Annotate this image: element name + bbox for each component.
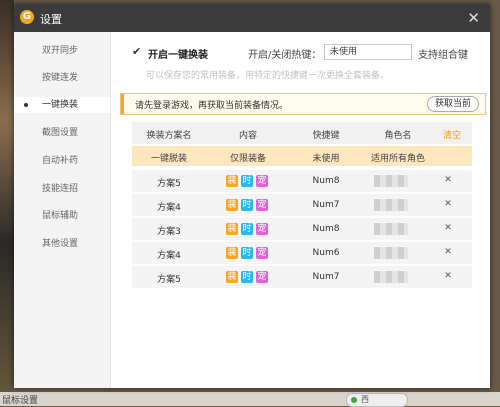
time-tag-icon: 时 xyxy=(241,271,253,283)
clear-link[interactable]: 清空 xyxy=(434,128,470,141)
content-tags: 装时宠 xyxy=(226,223,272,235)
table-row[interactable]: 方案5 装时宠 Num8 ✕ xyxy=(132,170,472,192)
sidebar-item-label: 双开同步 xyxy=(42,46,79,56)
game-bottom-bar: 鼠标设置 西 xyxy=(0,392,500,407)
time-tag-icon: 时 xyxy=(241,247,253,259)
sidebar-item-label: 技能连招 xyxy=(42,184,79,194)
hotkey-label: 开启/关闭热键： xyxy=(248,50,322,61)
default-scheme: 一键脱装 xyxy=(150,154,187,164)
combo-key-label: 支持组合键 xyxy=(418,50,468,61)
content-tags: 装时宠 xyxy=(226,271,272,283)
fetch-current-button[interactable]: 获取当前 xyxy=(427,96,479,112)
col-scheme: 换装方案名 xyxy=(146,131,192,141)
table-row[interactable]: 方案4 装时宠 Num6 ✕ xyxy=(132,242,472,264)
table-row[interactable]: 方案5 装时宠 Num7 ✕ xyxy=(132,266,472,288)
sidebar-item-skill-combo[interactable]: 技能连招 xyxy=(14,181,110,197)
row-scheme: 方案3 xyxy=(157,227,181,237)
sidebar-item-screenshot[interactable]: 截图设置 xyxy=(14,125,110,141)
delete-icon[interactable]: ✕ xyxy=(442,175,454,186)
pet-tag-icon: 宠 xyxy=(256,247,268,259)
sidebar-item-label: 鼠标辅助 xyxy=(42,211,79,221)
app-logo-icon: G xyxy=(20,10,34,24)
blurred-role-name xyxy=(374,199,408,211)
col-role: 角色名 xyxy=(384,131,412,141)
equip-tag-icon: 装 xyxy=(226,199,238,211)
sidebar-item-quick-equip[interactable]: 一键换装 xyxy=(14,97,110,113)
game-background-left xyxy=(0,0,14,406)
sidebar-item-auto-potion[interactable]: 自动补药 xyxy=(14,153,110,169)
equip-tag-icon: 装 xyxy=(226,271,238,283)
default-role: 适用所有角色 xyxy=(370,154,425,164)
sidebar-item-other[interactable]: 其他设置 xyxy=(14,236,110,252)
row-scheme: 方案4 xyxy=(157,203,181,213)
row-hotkey: Num7 xyxy=(312,272,340,282)
enable-label[interactable]: 开启一键换装 xyxy=(148,46,208,61)
row-hotkey: Num8 xyxy=(312,224,340,234)
content-tags: 装时宠 xyxy=(226,199,272,211)
time-tag-icon: 时 xyxy=(241,175,253,187)
dialog-title: 设置 xyxy=(40,13,62,26)
close-icon[interactable]: ✕ xyxy=(467,9,480,27)
pet-tag-icon: 宠 xyxy=(256,223,268,235)
blurred-role-name xyxy=(374,175,408,187)
table-header: 换装方案名 内容 快捷键 角色名 清空 xyxy=(132,122,472,144)
delete-icon[interactable]: ✕ xyxy=(442,271,454,282)
default-row[interactable]: 一键脱装 仅限装备 未使用 适用所有角色 xyxy=(132,146,472,166)
content-tags: 装时宠 xyxy=(226,247,272,259)
sidebar-item-label: 自动补药 xyxy=(42,156,79,166)
content-tags: 装时宠 xyxy=(226,175,272,187)
sidebar-item-dual-sync[interactable]: 双开同步 xyxy=(14,43,110,59)
settings-dialog: G 设置 ✕ 双开同步 按键连发 一键换装 截图设置 自动补药 技能连招 鼠标辅… xyxy=(14,4,490,388)
blurred-role-name xyxy=(374,271,408,283)
delete-icon[interactable]: ✕ xyxy=(442,223,454,234)
col-content: 内容 xyxy=(238,131,257,141)
equip-tag-icon: 装 xyxy=(226,247,238,259)
row-scheme: 方案4 xyxy=(157,251,181,261)
row-scheme: 方案5 xyxy=(157,179,181,189)
pet-tag-icon: 宠 xyxy=(256,175,268,187)
equip-tag-icon: 装 xyxy=(226,175,238,187)
feature-hint: 可以保存您的常用装备，用特定的快捷键一次更换全套装备。 xyxy=(146,71,390,81)
col-hotkey: 快捷键 xyxy=(312,131,340,141)
login-notice: 请先登录游戏，再获取当前装备情况。 获取当前 xyxy=(120,93,486,115)
row-hotkey: Num6 xyxy=(312,248,340,258)
delete-icon[interactable]: ✕ xyxy=(442,199,454,210)
sidebar-item-label: 截图设置 xyxy=(42,128,79,138)
sidebar-item-label: 其他设置 xyxy=(42,239,79,249)
sidebar-item-key-repeat[interactable]: 按键连发 xyxy=(14,70,110,86)
sidebar-item-label: 一键换装 xyxy=(42,100,79,110)
table-row[interactable]: 方案3 装时宠 Num8 ✕ xyxy=(132,218,472,240)
default-content: 仅限装备 xyxy=(229,154,266,164)
row-scheme: 方案5 xyxy=(157,275,181,285)
row-hotkey: Num8 xyxy=(312,176,340,186)
bottom-status-pill[interactable]: 西 xyxy=(346,393,408,407)
notice-text: 请先登录游戏，再获取当前装备情况。 xyxy=(135,101,289,111)
time-tag-icon: 时 xyxy=(241,223,253,235)
sidebar-item-mouse-assist[interactable]: 鼠标辅助 xyxy=(14,208,110,224)
equip-tag-icon: 装 xyxy=(226,223,238,235)
bottom-bar-text: 鼠标设置 xyxy=(2,396,39,406)
enable-row: ✔ 开启一键换装 开启/关闭热键： 未使用 支持组合键 xyxy=(132,44,482,62)
sidebar-item-label: 按键连发 xyxy=(42,73,79,83)
pet-tag-icon: 宠 xyxy=(256,199,268,211)
table-row[interactable]: 方案4 装时宠 Num7 ✕ xyxy=(132,194,472,216)
pet-tag-icon: 宠 xyxy=(256,271,268,283)
status-dot-icon xyxy=(351,397,357,403)
time-tag-icon: 时 xyxy=(241,199,253,211)
hotkey-input[interactable]: 未使用 xyxy=(324,44,412,60)
blurred-role-name xyxy=(374,223,408,235)
bottom-pill-label: 西 xyxy=(361,395,369,404)
notice-accent-bar xyxy=(121,94,124,114)
delete-icon[interactable]: ✕ xyxy=(442,247,454,258)
blurred-role-name xyxy=(374,247,408,259)
quick-equip-panel: ✔ 开启一键换装 开启/关闭热键： 未使用 支持组合键 可以保存您的常用装备，用… xyxy=(110,32,490,388)
dialog-titlebar: G 设置 ✕ xyxy=(14,4,490,32)
row-hotkey: Num7 xyxy=(312,200,340,210)
active-bullet-icon xyxy=(24,103,28,107)
settings-sidebar: 双开同步 按键连发 一键换装 截图设置 自动补药 技能连招 鼠标辅助 其他设置 xyxy=(14,32,111,388)
enable-checkbox[interactable]: ✔ xyxy=(132,46,143,57)
